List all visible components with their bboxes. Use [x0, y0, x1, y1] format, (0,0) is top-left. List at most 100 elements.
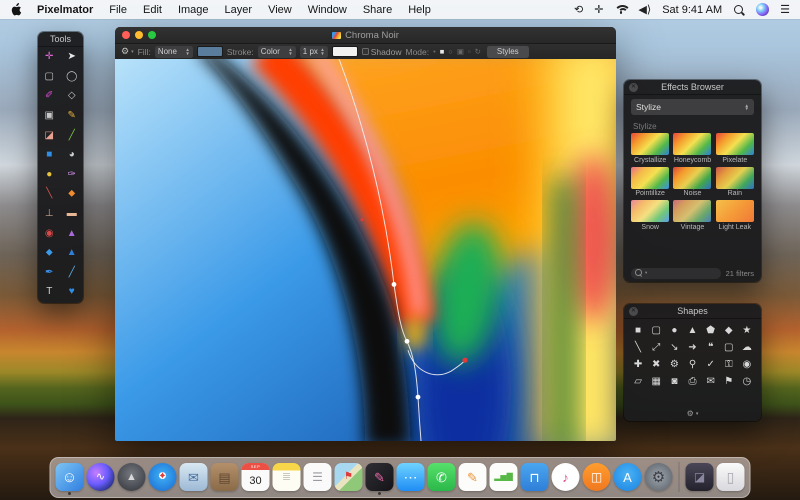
effect-light-leak[interactable]: Light Leak	[715, 200, 755, 231]
dock-messages[interactable]: ⋯	[396, 463, 425, 491]
stroke-color-swatch[interactable]	[331, 46, 358, 57]
red-eye-tool[interactable]: ◉	[38, 223, 61, 243]
magnifier-shape[interactable]: ⚲	[683, 356, 701, 373]
burn-tool[interactable]: ▲	[61, 243, 84, 263]
dock-mail[interactable]: ✉	[179, 463, 208, 491]
wifi-icon[interactable]	[614, 4, 632, 15]
rect-marquee-tool[interactable]: ▢	[38, 67, 61, 87]
transform-tool[interactable]: ▣	[38, 106, 61, 126]
double-arrow-shape[interactable]: ⤢	[647, 339, 665, 356]
shape-tool[interactable]: ♥	[61, 282, 84, 302]
gradient-tool[interactable]: ◕	[61, 145, 84, 165]
dock-pages[interactable]: ✎	[458, 463, 487, 491]
close-icon[interactable]: ✕	[629, 307, 638, 316]
effect-vintage[interactable]: Vintage	[672, 200, 712, 231]
menu-window[interactable]: Window	[308, 4, 347, 16]
rounded-square-shape[interactable]: ▢	[647, 322, 665, 339]
clone-stamp-tool[interactable]: ⊥	[38, 204, 61, 224]
zoom-window-button[interactable]	[148, 31, 156, 39]
dock-appstore[interactable]: A	[613, 463, 642, 491]
spotlight-icon[interactable]	[733, 4, 745, 16]
pentagon-shape[interactable]: ⬟	[702, 322, 720, 339]
window-title-bar[interactable]: Chroma Noir	[115, 27, 616, 43]
fill-color-swatch[interactable]	[196, 46, 223, 57]
mode-duplicate-icon[interactable]: ▣	[457, 47, 464, 56]
folder-shape[interactable]: ▱	[629, 373, 647, 390]
menu-share[interactable]: Share	[363, 4, 392, 16]
blur-tool[interactable]: ⬥	[61, 184, 84, 204]
callout-shape[interactable]: ▢	[720, 339, 738, 356]
shapes-settings-gear[interactable]: ⚙ ▾	[624, 406, 761, 421]
dock-launchpad[interactable]: ▲	[117, 463, 146, 491]
effects-category-dropdown[interactable]: Stylize	[631, 99, 754, 115]
volume-icon[interactable]: ◀⟩	[638, 3, 651, 16]
effect-honeycomb[interactable]: Honeycomb	[672, 133, 712, 164]
dock-itunes[interactable]: ♪	[551, 463, 580, 491]
lock-shape[interactable]: ⚿	[720, 356, 738, 373]
dock-safari[interactable]: ✦	[148, 463, 177, 491]
menu-image[interactable]: Image	[178, 4, 209, 16]
smudge-tool[interactable]: ╲	[38, 184, 61, 204]
pencil-tool[interactable]: ✎	[61, 106, 84, 126]
checkmark-shape[interactable]: ✓	[702, 356, 720, 373]
dock-finder[interactable]: ☺	[55, 463, 84, 495]
triangle-shape[interactable]: ▲	[683, 322, 701, 339]
eye-shape[interactable]: ◉	[738, 356, 756, 373]
right-arrow-shape[interactable]: ➜	[683, 339, 701, 356]
dock-pixelmator[interactable]: ✎	[365, 463, 394, 495]
healing-tool[interactable]: ▬	[61, 204, 84, 224]
effect-rain[interactable]: Rain	[715, 166, 755, 197]
dock-calendar[interactable]: SEP 30	[241, 463, 270, 491]
diamond-shape[interactable]: ◆	[720, 322, 738, 339]
effect-crystallize[interactable]: Crystallize	[630, 133, 670, 164]
gear-shape[interactable]: ⚙	[665, 356, 683, 373]
move-tool[interactable]: ✛	[38, 47, 61, 67]
diagonal-arrow-shape[interactable]: ↘	[665, 339, 683, 356]
dock-documents-stack[interactable]: ◪	[685, 463, 714, 491]
line-tool[interactable]: ╱	[61, 125, 84, 145]
ellipse-marquee-tool[interactable]: ◯	[61, 67, 84, 87]
stroke-width-field[interactable]: 1 px	[299, 45, 328, 58]
menu-clock[interactable]: Sat 9:41 AM	[662, 4, 722, 16]
square-shape[interactable]: ■	[629, 322, 647, 339]
brush-tool[interactable]: ✑	[61, 165, 84, 185]
dodge-tool[interactable]: ●	[38, 165, 61, 185]
effect-snow[interactable]: Snow	[630, 200, 670, 231]
mode-square-icon[interactable]: ■	[440, 47, 445, 56]
mode-small-square-icon[interactable]: ▫	[468, 47, 471, 56]
freeform-pen-tool[interactable]: ╱	[61, 263, 84, 283]
dock-numbers[interactable]: ▂▅▇	[489, 463, 518, 491]
clock-shape[interactable]: ◷	[738, 373, 756, 390]
dock-keynote[interactable]: ⊓	[520, 463, 549, 491]
dock-system-preferences[interactable]: ⚙	[644, 463, 673, 491]
mode-circle-icon[interactable]: ○	[448, 47, 453, 56]
image-shape[interactable]: ▦	[647, 373, 665, 390]
effect-pointillize[interactable]: Pointillize	[630, 166, 670, 197]
menu-file[interactable]: File	[109, 4, 127, 16]
styles-button[interactable]: Styles	[486, 45, 529, 58]
close-icon[interactable]: ✕	[629, 83, 638, 92]
app-menu-title[interactable]: Pixelmator	[37, 4, 93, 16]
arrow-tool[interactable]: ➤	[61, 47, 84, 67]
star-shape[interactable]: ★	[738, 322, 756, 339]
dock-notes[interactable]: ≣	[272, 463, 301, 491]
mode-rotate-icon[interactable]: ↻	[475, 47, 481, 56]
menu-edit[interactable]: Edit	[143, 4, 162, 16]
cloud-shape[interactable]: ☁	[738, 339, 756, 356]
desktop-wallpaper[interactable]: Pixelmator File Edit Image Layer View Window S…	[0, 0, 800, 500]
pen-tool[interactable]: ✒	[38, 263, 61, 283]
dock-facetime[interactable]: ✆	[427, 463, 456, 491]
mail-shape[interactable]: ✉	[702, 373, 720, 390]
color-drop-tool[interactable]: ⬥	[38, 243, 61, 263]
effects-search-field[interactable]: ▾	[631, 267, 721, 279]
fill-select[interactable]: None	[154, 45, 193, 58]
plus-shape[interactable]: ✚	[629, 356, 647, 373]
close-window-button[interactable]	[122, 31, 130, 39]
layout-status-icon[interactable]: ✛	[594, 3, 603, 16]
lasso-tool[interactable]: ✐	[38, 86, 61, 106]
time-machine-icon[interactable]: ⟲	[574, 3, 583, 16]
minimize-window-button[interactable]	[135, 31, 143, 39]
stroke-select[interactable]: Color	[257, 45, 296, 58]
dock-reminders[interactable]: ☰	[303, 463, 332, 491]
cross-shape[interactable]: ✖	[647, 356, 665, 373]
